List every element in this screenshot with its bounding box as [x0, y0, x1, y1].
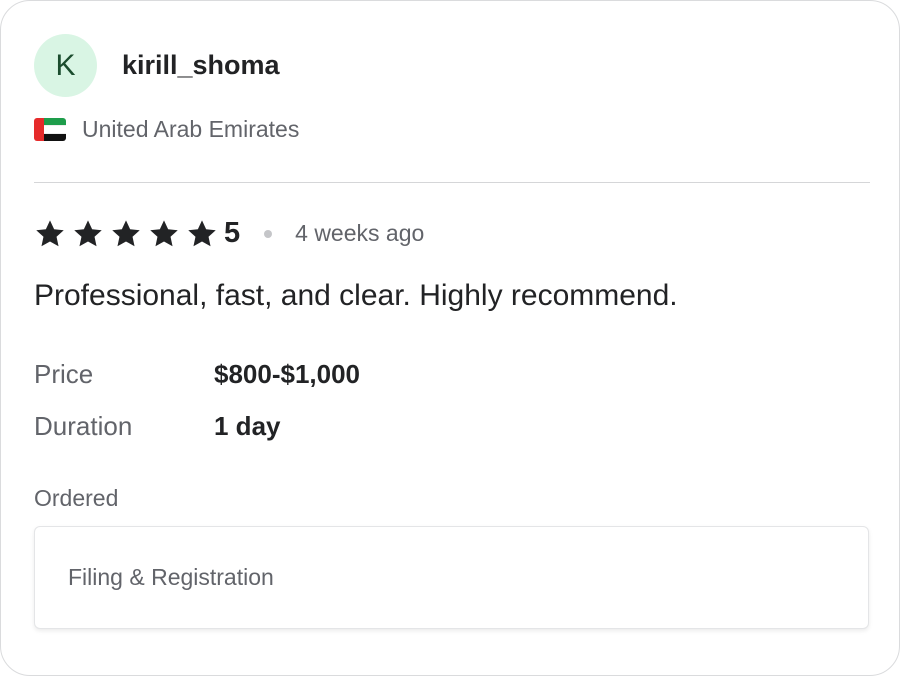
star-icon — [36, 219, 64, 246]
reviewer-header: K kirill_shoma — [34, 34, 280, 97]
star-icon — [150, 219, 178, 246]
price-label: Price — [34, 359, 94, 389]
separator-dot — [264, 229, 273, 238]
reviewer-country: United Arab Emirates — [34, 116, 299, 143]
star-icon — [74, 219, 102, 246]
reviewer-username[interactable]: kirill_shoma — [122, 50, 280, 81]
duration-label: Duration — [34, 411, 133, 441]
ordered-item-card[interactable]: Filing & Registration — [34, 526, 869, 629]
divider — [34, 182, 870, 183]
ordered-label: Ordered — [34, 485, 119, 511]
star-icon — [112, 219, 140, 246]
review-time: 4 weeks ago — [295, 220, 425, 246]
star-icon — [188, 219, 216, 246]
uae-flag-icon — [34, 118, 66, 141]
price-value: $800-$1,000 — [214, 359, 361, 389]
avatar[interactable]: K — [34, 34, 97, 97]
rating-value: 5 — [224, 217, 241, 249]
duration-value: 1 day — [214, 411, 281, 441]
ordered-item-name: Filing & Registration — [68, 564, 274, 590]
review-text: Professional, fast, and clear. Highly re… — [34, 279, 678, 312]
star-rating — [34, 218, 224, 250]
review-card: K kirill_shoma United Arab Emirates 5 4 … — [0, 0, 900, 676]
rating-row: 5 4 weeks ago — [34, 217, 424, 250]
avatar-initial: K — [55, 48, 76, 82]
country-name: United Arab Emirates — [82, 116, 300, 142]
